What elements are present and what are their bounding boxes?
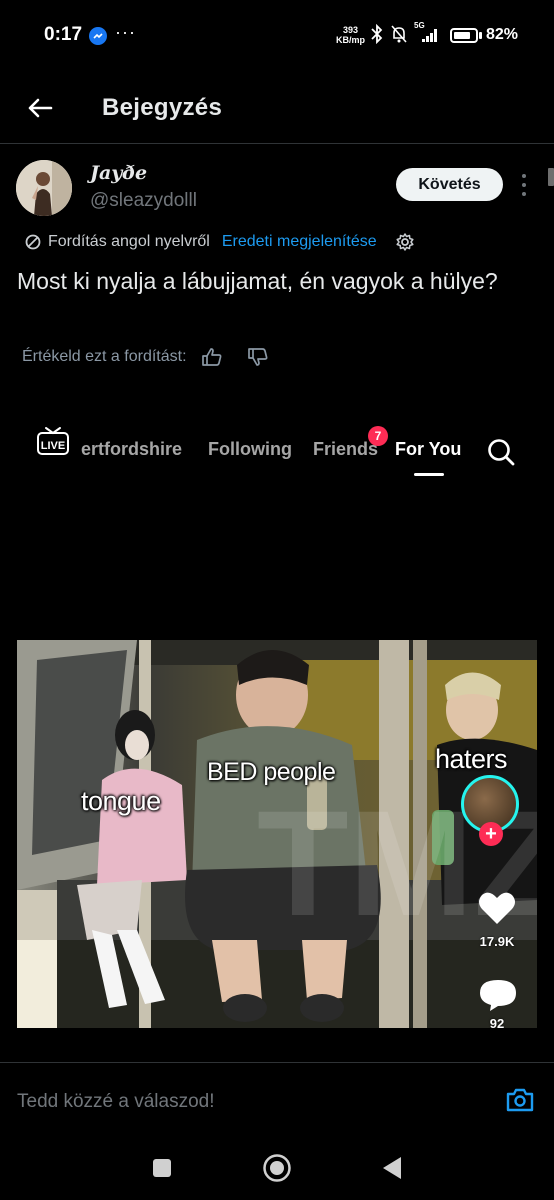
caption-bed-people: BED people: [207, 758, 336, 786]
cellular-signal-icon: 5G: [414, 21, 440, 44]
recents-button[interactable]: [151, 1157, 173, 1179]
thumbs-down-icon: [247, 348, 267, 366]
battery-icon: [450, 28, 478, 43]
network-speed-unit: KB/mp: [336, 35, 365, 45]
tab-friends[interactable]: Friends: [313, 439, 378, 460]
tab-location[interactable]: ertfordshire: [81, 439, 182, 460]
video-scene: TMZ: [17, 640, 537, 1028]
battery-percent: 82%: [486, 26, 519, 43]
more-options-button[interactable]: [518, 172, 530, 198]
dot: [522, 191, 526, 196]
reply-input[interactable]: Tedd közzé a válaszod!: [17, 1091, 215, 1113]
translate-icon: [25, 234, 41, 250]
thumbs-down-button[interactable]: [247, 347, 269, 367]
gear-icon: [396, 233, 414, 251]
back-nav-button[interactable]: [380, 1155, 404, 1181]
tiktok-top-nav: LIVE ertfordshire Following Friends 7 Fo…: [0, 409, 554, 476]
rate-translation-label: Értékeld ezt a fordítást:: [22, 348, 187, 365]
author-avatar[interactable]: [16, 160, 72, 216]
reply-bar: Tedd közzé a válaszod!: [0, 1062, 554, 1138]
author-display-name[interactable]: Jayðe: [90, 162, 147, 184]
network-speed-value: 393: [342, 25, 359, 35]
live-button[interactable]: LIVE: [36, 424, 70, 461]
active-tab-underline: [414, 473, 444, 476]
post-text: Most ki nyalja a lábujjamat, én vagyok a…: [17, 268, 498, 294]
arrow-left-icon: [28, 98, 53, 118]
more-notifications-icon: ···: [115, 22, 136, 42]
author-handle[interactable]: @sleazydolll: [90, 190, 197, 212]
friends-badge: 7: [368, 426, 388, 446]
top-app-bar: Bejegyzés: [0, 72, 554, 144]
network-speed: 393 KB/mp: [336, 25, 365, 45]
heart-icon[interactable]: [477, 890, 517, 926]
likes-count: 17.9K: [479, 934, 515, 949]
tiktok-search-button[interactable]: [486, 437, 516, 472]
status-bar: 0:17 ··· 393 KB/mp 5G 82%: [0, 0, 554, 72]
back-button[interactable]: [22, 90, 58, 126]
rate-translation-row: Értékeld ezt a fordítást:: [22, 347, 269, 367]
tab-for-you[interactable]: For You: [395, 439, 461, 460]
dot: [522, 174, 526, 179]
battery-fill: [454, 32, 470, 39]
translation-settings-button[interactable]: [395, 232, 415, 252]
follow-button[interactable]: Követés: [396, 168, 503, 201]
bluetooth-icon: [371, 24, 383, 44]
translation-note: Fordítás angol nyelvről: [48, 233, 210, 250]
comments-count: 92: [489, 1016, 505, 1028]
status-icons: 5G: [370, 21, 440, 44]
system-navigation-bar: [0, 1138, 554, 1200]
video-frame[interactable]: TMZ tongue BED people haters + 17.9K 92: [17, 640, 537, 1028]
thumbs-up-icon: [201, 348, 221, 366]
battery-tip: [479, 32, 482, 39]
camera-icon: [506, 1088, 534, 1112]
home-button[interactable]: [262, 1153, 292, 1183]
mute-bell-icon: [391, 25, 407, 43]
scrollbar[interactable]: [548, 168, 554, 186]
live-tv-icon: LIVE: [37, 427, 69, 455]
thumbs-up-button[interactable]: [201, 347, 223, 367]
avatar-photo: [16, 160, 72, 216]
search-icon: [488, 439, 515, 466]
show-original-link[interactable]: Eredeti megjelenítése: [222, 233, 377, 251]
comment-icon[interactable]: [478, 978, 518, 1012]
messenger-icon: [89, 27, 107, 45]
follow-creator-button[interactable]: +: [479, 822, 503, 846]
page-title: Bejegyzés: [102, 94, 223, 121]
camera-button[interactable]: [505, 1087, 535, 1118]
dot: [522, 182, 526, 187]
tab-following[interactable]: Following: [208, 439, 292, 460]
post-media[interactable]: LIVE ertfordshire Following Friends 7 Fo…: [0, 395, 554, 1040]
live-label: LIVE: [41, 440, 65, 452]
caption-haters: haters: [435, 744, 508, 774]
caption-tongue: tongue: [81, 786, 161, 816]
translation-row: Fordítás angol nyelvről Eredeti megjelen…: [24, 231, 415, 253]
status-time: 0:17: [44, 24, 83, 45]
